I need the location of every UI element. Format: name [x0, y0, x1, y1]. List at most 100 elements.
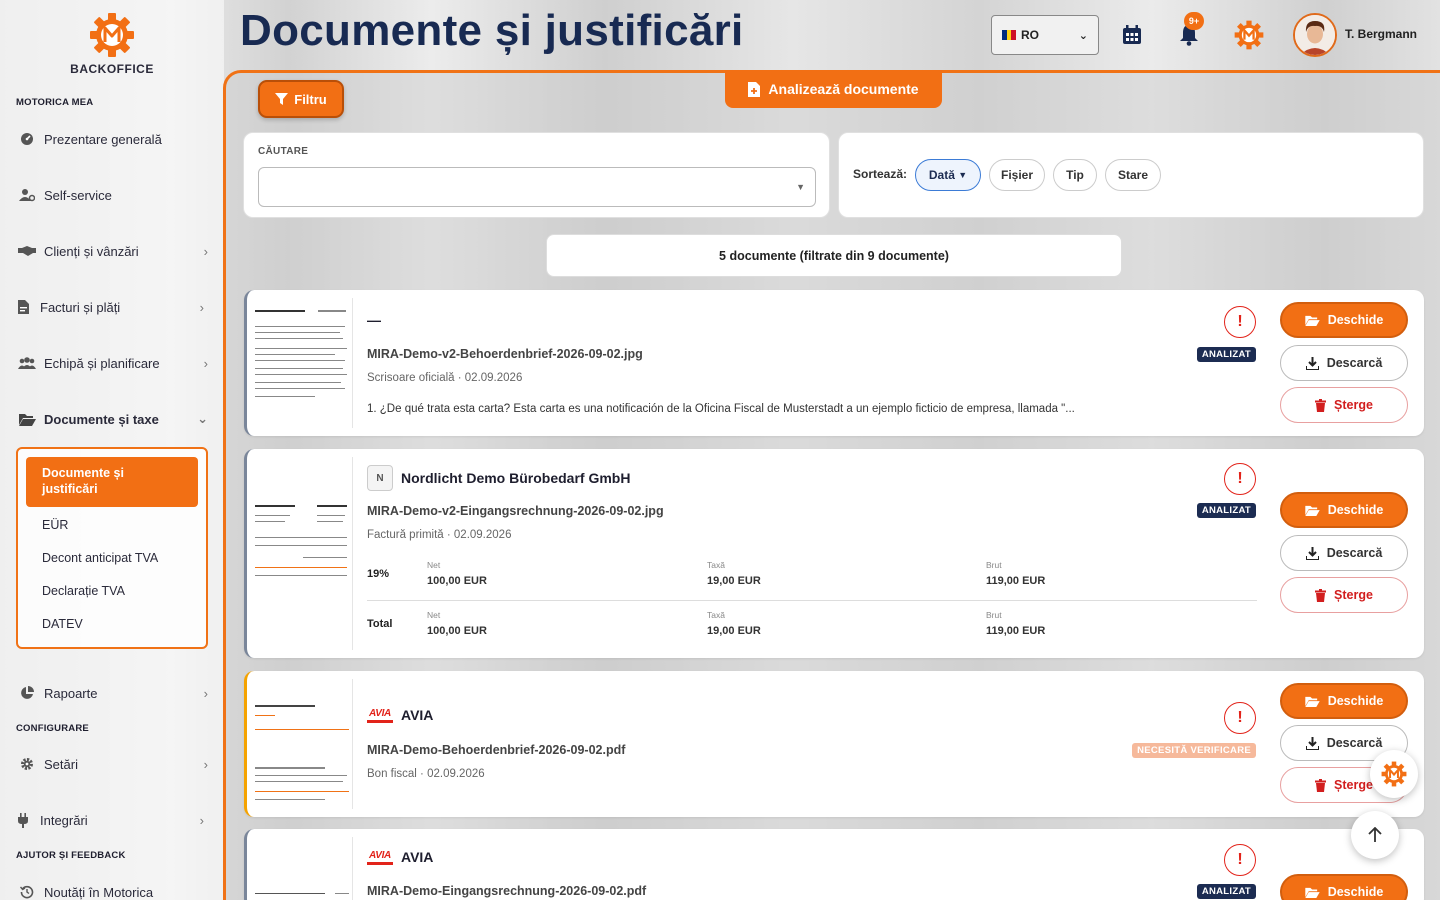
document-card: N Nordlicht Demo Bürobedarf GmbH MIRA-De…	[244, 449, 1424, 658]
handshake-icon	[16, 245, 38, 257]
document-thumbnail[interactable]	[253, 457, 353, 650]
chevron-right-icon: ›	[203, 243, 208, 259]
trash-icon	[1315, 398, 1327, 412]
document-title: AVIA AVIA	[367, 849, 433, 865]
sidebar-item-label: Prezentare generală	[44, 131, 162, 147]
calendar-icon	[1123, 25, 1141, 44]
delete-label: Șterge	[1334, 778, 1373, 792]
download-button[interactable]: Descarcă	[1280, 345, 1408, 381]
sidebar-item-invoices[interactable]: Facturi și plăți ›	[12, 293, 204, 321]
search-label: CĂUTARE	[258, 146, 309, 157]
open-button[interactable]: Deschide	[1280, 683, 1408, 719]
sort-chip-file[interactable]: Fișier	[989, 159, 1045, 191]
filter-button[interactable]: Filtru	[258, 80, 344, 118]
delete-label: Șterge	[1334, 588, 1373, 602]
warning-icon[interactable]: !	[1224, 844, 1256, 876]
trash-icon	[1315, 588, 1327, 602]
users-icon	[16, 356, 38, 370]
title-text: —	[367, 312, 381, 328]
col-header: Net	[427, 610, 441, 620]
sidebar-item-clients[interactable]: Clienți și vânzări ›	[16, 237, 208, 265]
title-text: AVIA	[401, 707, 434, 723]
language-value: RO	[1021, 28, 1039, 42]
search-input[interactable]	[258, 167, 816, 207]
document-title: N Nordlicht Demo Bürobedarf GmbH	[367, 465, 630, 491]
submenu-item-vat-advance[interactable]: Decont anticipat TVA	[42, 551, 158, 565]
caret-down-icon[interactable]: ▼	[796, 182, 805, 192]
warning-icon[interactable]: !	[1224, 702, 1256, 734]
sidebar-item-integrations[interactable]: Integrări ›	[12, 806, 204, 834]
status-badge: ANALIZAT	[1196, 503, 1256, 518]
language-select[interactable]: RO ⌄	[991, 15, 1099, 55]
delete-button[interactable]: Șterge	[1280, 577, 1408, 613]
download-label: Descarcă	[1326, 736, 1383, 750]
sidebar-item-settings[interactable]: Setări ›	[16, 750, 208, 778]
document-thumbnail[interactable]	[253, 679, 353, 809]
user-avatar[interactable]	[1293, 13, 1337, 57]
delete-button[interactable]: Șterge	[1280, 387, 1408, 423]
download-label: Descarcă	[1326, 546, 1383, 560]
chevron-down-icon: ⌄	[1078, 29, 1088, 42]
vat-net: Net 100,00 EUR	[427, 560, 487, 587]
sort-chip-type[interactable]: Tip	[1053, 159, 1097, 191]
sidebar-item-self-service[interactable]: Self-service	[16, 181, 208, 209]
open-button[interactable]: Deschide	[1280, 492, 1408, 528]
vat-tax: Taxă 19,00 EUR	[707, 610, 761, 637]
user-portrait-icon	[1295, 15, 1335, 55]
chip-label: Dată	[928, 168, 955, 182]
sort-chip-status[interactable]: Stare	[1105, 159, 1161, 191]
sidebar-item-label: Noutăți în Motorica	[44, 884, 154, 900]
col-value: 100,00 EUR	[427, 575, 487, 587]
sidebar-item-label: Self-service	[44, 187, 112, 203]
sidebar-item-news[interactable]: Noutăți în Motorica	[16, 878, 208, 900]
download-icon	[1305, 546, 1319, 560]
col-header: Taxă	[707, 560, 725, 570]
analyze-documents-button[interactable]: Analizează documente	[725, 70, 942, 108]
sidebar-item-team[interactable]: Echipă și planificare ›	[16, 349, 208, 377]
col-header: Brut	[986, 610, 1002, 620]
sort-card: Sortează: Dată ▼ Fișier Tip Stare	[838, 132, 1424, 218]
open-button[interactable]: Deschide	[1280, 874, 1408, 900]
submenu-item-active[interactable]: Documente și justificări	[26, 457, 198, 507]
file-add-icon	[748, 81, 761, 97]
sidebar-item-documents[interactable]: Documente și taxe ⌄	[16, 405, 208, 433]
document-count: 5 documente (filtrate din 9 documente)	[546, 234, 1122, 277]
arrow-up-icon	[1368, 827, 1382, 842]
col-value: 19,00 EUR	[707, 625, 761, 637]
motorica-button[interactable]	[1234, 20, 1264, 50]
open-label: Deschide	[1327, 503, 1384, 517]
pie-chart-icon	[16, 686, 38, 700]
document-filename: MIRA-Demo-v2-Behoerdenbrief-2026-09-02.j…	[367, 347, 643, 361]
document-thumbnail[interactable]	[253, 837, 353, 900]
submenu-item-datev[interactable]: DATEV	[42, 617, 83, 631]
download-label: Descarcă	[1326, 356, 1383, 370]
chevron-right-icon: ›	[199, 812, 204, 828]
avia-logo: AVIA	[367, 708, 393, 723]
sidebar-item-label: Echipă și planificare	[44, 355, 160, 371]
folder-open-icon	[1305, 505, 1320, 516]
document-thumbnail[interactable]	[253, 298, 353, 428]
filter-icon	[275, 93, 289, 105]
trash-icon	[1315, 778, 1327, 792]
warning-icon[interactable]: !	[1224, 463, 1256, 495]
warning-icon[interactable]: !	[1224, 306, 1256, 338]
app-logo[interactable]: BACKOFFICE	[70, 12, 154, 76]
romania-flag-icon	[1002, 30, 1017, 40]
sidebar-item-reports[interactable]: Rapoarte ›	[16, 679, 208, 707]
open-button[interactable]: Deschide	[1280, 302, 1408, 338]
submenu-item-vat-declaration[interactable]: Declarație TVA	[42, 584, 125, 598]
download-button[interactable]: Descarcă	[1280, 535, 1408, 571]
filter-label: Filtru	[294, 91, 327, 107]
sidebar-item-label: Facturi și plăți	[40, 299, 121, 315]
scroll-top-button[interactable]	[1351, 811, 1399, 859]
sort-chip-date[interactable]: Dată ▼	[915, 159, 981, 191]
sidebar-item-overview[interactable]: Prezentare generală	[16, 125, 208, 153]
vat-tax: Taxă 19,00 EUR	[707, 560, 761, 587]
open-label: Deschide	[1327, 313, 1384, 327]
calendar-button[interactable]	[1119, 22, 1145, 48]
sidebar-item-label: Documente și taxe	[44, 411, 159, 427]
title-text: AVIA	[401, 849, 434, 865]
assistant-fab[interactable]	[1370, 750, 1418, 798]
sort-label: Sortează:	[853, 167, 908, 181]
submenu-item-eur[interactable]: EÜR	[42, 518, 68, 532]
